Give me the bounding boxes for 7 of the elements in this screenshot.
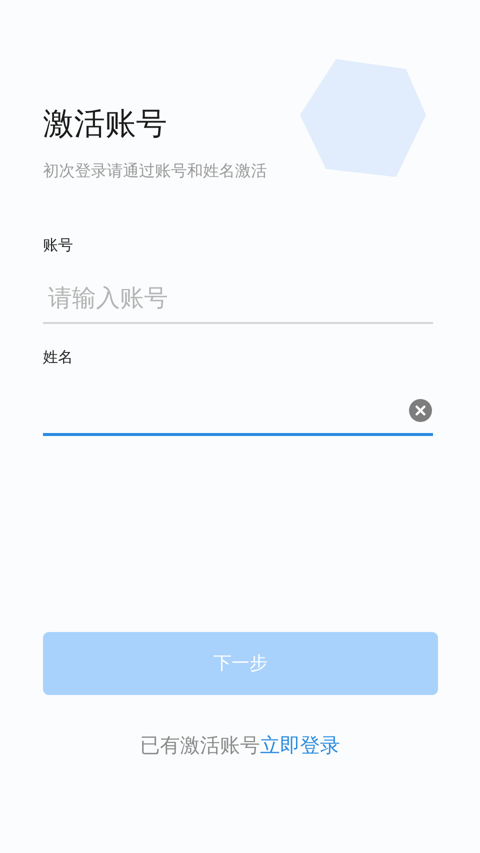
page-title: 激活账号: [43, 105, 168, 144]
field-label: 姓名: [43, 347, 74, 368]
clear-icon[interactable]: [409, 399, 432, 422]
login-link[interactable]: 立即登录: [260, 731, 340, 759]
footer-text: 已有激活账号: [140, 732, 260, 759]
field-label: 账号: [43, 235, 74, 256]
subtitle: 初次登录请通过账号和姓名激活: [43, 160, 268, 182]
